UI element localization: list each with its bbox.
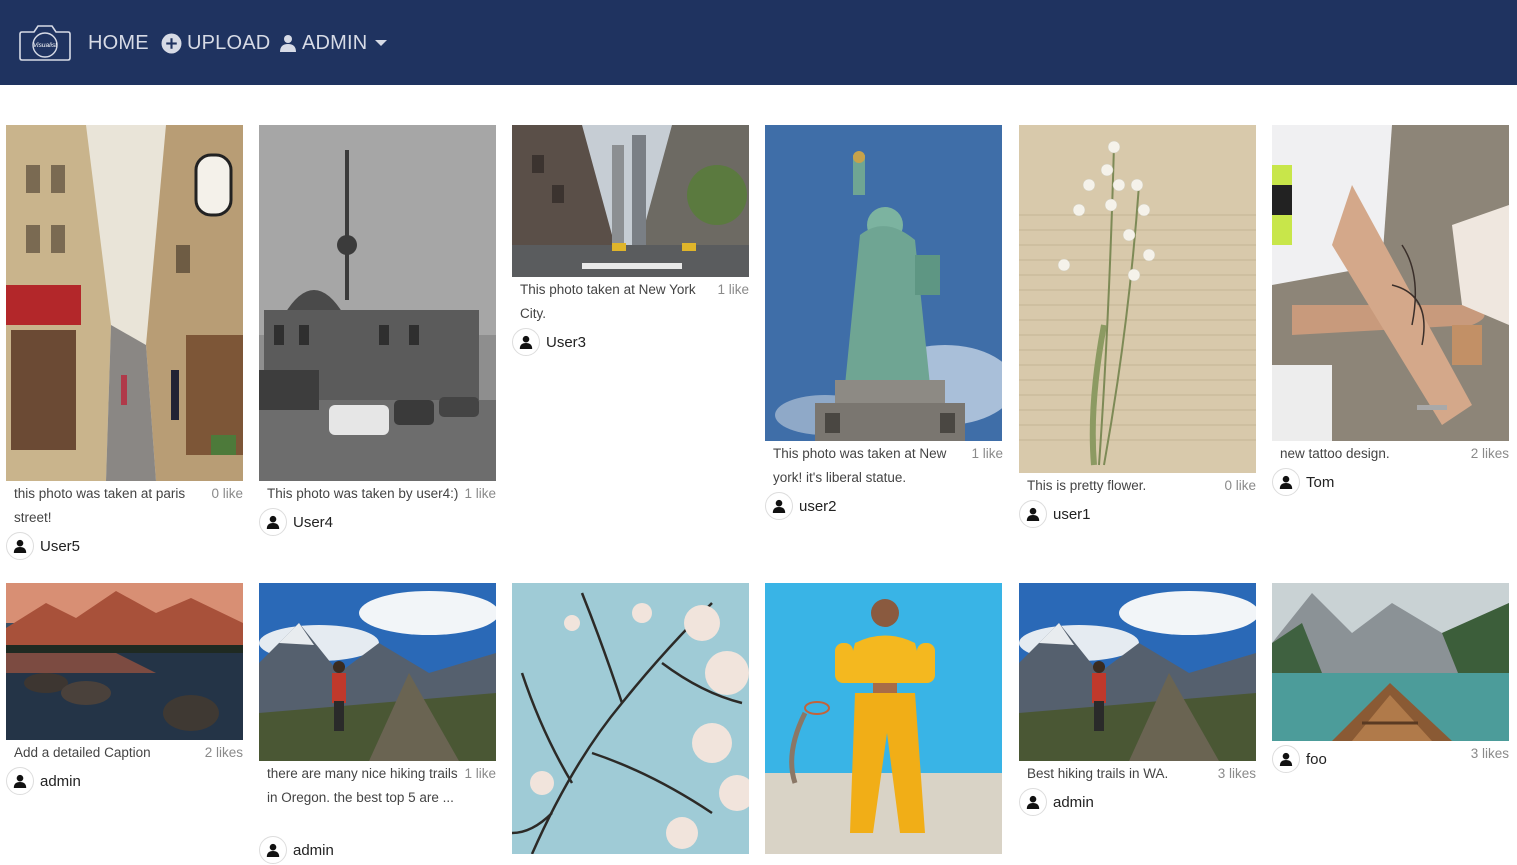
logo[interactable]: Visualist bbox=[18, 22, 72, 62]
post-photo[interactable] bbox=[259, 125, 496, 481]
caret-down-icon bbox=[375, 40, 388, 46]
post-author[interactable]: user1 bbox=[1019, 499, 1091, 529]
plus-circle-icon bbox=[161, 33, 182, 53]
post-likes[interactable]: 2 likes bbox=[1471, 442, 1509, 466]
post-author[interactable]: foo bbox=[1272, 744, 1327, 774]
post-photo[interactable] bbox=[512, 125, 749, 277]
nav-admin-dropdown[interactable]: ADMIN bbox=[279, 30, 393, 56]
post-likes[interactable]: 1 like bbox=[717, 278, 749, 302]
post-likes[interactable]: 1 like bbox=[464, 762, 496, 786]
avatar bbox=[259, 508, 287, 536]
post-author[interactable]: admin bbox=[6, 766, 81, 796]
user-avatar-icon bbox=[1279, 752, 1293, 766]
post-author[interactable]: user2 bbox=[765, 491, 837, 521]
avatar bbox=[765, 492, 793, 520]
author-name: foo bbox=[1306, 750, 1327, 768]
post-caption: Add a detailed Caption bbox=[14, 745, 151, 760]
user-avatar-icon bbox=[13, 539, 27, 553]
nav-home-label: HOME bbox=[88, 31, 149, 54]
logo-text: Visualist bbox=[33, 42, 58, 49]
post-likes[interactable]: 1 like bbox=[464, 482, 496, 506]
post-caption: there are many nice hiking trails in Ore… bbox=[267, 766, 458, 805]
author-name: User5 bbox=[40, 537, 81, 555]
post-likes[interactable]: 2 likes bbox=[205, 741, 243, 765]
post-likes[interactable]: 0 like bbox=[1224, 474, 1256, 498]
user-avatar-icon bbox=[1026, 507, 1040, 521]
post-photo[interactable] bbox=[1019, 583, 1256, 761]
post-caption: This photo taken at New York City. bbox=[520, 282, 696, 321]
post-photo[interactable] bbox=[6, 125, 243, 481]
author-name: user1 bbox=[1053, 505, 1091, 523]
avatar bbox=[1019, 788, 1047, 816]
user-avatar-icon bbox=[13, 774, 27, 788]
post-photo[interactable] bbox=[1019, 125, 1256, 473]
user-avatar-icon bbox=[772, 499, 786, 513]
avatar bbox=[6, 532, 34, 560]
avatar bbox=[6, 767, 34, 795]
post-photo[interactable] bbox=[765, 583, 1002, 854]
avatar bbox=[1272, 468, 1300, 496]
nav-upload-link[interactable]: UPLOAD bbox=[161, 30, 270, 56]
author-name: admin bbox=[293, 841, 334, 859]
post-photo[interactable] bbox=[512, 583, 749, 854]
post-author[interactable]: admin bbox=[1019, 787, 1094, 817]
user-avatar-icon bbox=[1026, 795, 1040, 809]
post-likes[interactable]: 0 like bbox=[211, 482, 243, 506]
post-caption: This photo was taken at New york! it's l… bbox=[773, 446, 947, 485]
post-photo[interactable] bbox=[765, 125, 1002, 441]
user-avatar-icon bbox=[519, 335, 533, 349]
user-avatar-icon bbox=[266, 515, 280, 529]
post-author[interactable]: User5 bbox=[6, 531, 80, 561]
post-caption: this photo was taken at paris street! bbox=[14, 486, 186, 525]
author-name: admin bbox=[1053, 793, 1094, 811]
post-caption: This is pretty flower. bbox=[1027, 478, 1147, 493]
post-author[interactable]: User3 bbox=[512, 327, 586, 357]
author-name: admin bbox=[40, 772, 81, 790]
author-name: User4 bbox=[293, 513, 334, 531]
nav-home-link[interactable]: HOME bbox=[88, 30, 149, 56]
nav-upload-label: UPLOAD bbox=[187, 31, 271, 54]
nav-admin-label: ADMIN bbox=[302, 31, 368, 54]
author-name: Tom bbox=[1306, 473, 1335, 491]
post-caption: Best hiking trails in WA. bbox=[1027, 766, 1169, 781]
user-avatar-icon bbox=[1279, 475, 1293, 489]
post-likes[interactable]: 3 likes bbox=[1218, 762, 1256, 786]
user-avatar-icon bbox=[266, 843, 280, 857]
post-author[interactable]: Tom bbox=[1272, 467, 1334, 497]
author-name: User3 bbox=[546, 333, 587, 351]
navbar: Visualist HOME UPLOAD ADMIN bbox=[0, 0, 1517, 85]
post-likes[interactable]: 1 like bbox=[971, 442, 1003, 466]
post-caption: new tattoo design. bbox=[1280, 446, 1390, 461]
post-caption: This photo was taken by user4:) bbox=[267, 486, 459, 501]
post-author[interactable]: User4 bbox=[259, 507, 333, 537]
author-name: user2 bbox=[799, 497, 837, 515]
avatar bbox=[1019, 500, 1047, 528]
post-photo[interactable] bbox=[1272, 583, 1509, 741]
post-likes[interactable]: 3 likes bbox=[1471, 742, 1509, 766]
post-photo[interactable] bbox=[1272, 125, 1509, 441]
avatar bbox=[1272, 745, 1300, 773]
avatar bbox=[512, 328, 540, 356]
post-photo[interactable] bbox=[259, 583, 496, 761]
post-author[interactable]: admin bbox=[259, 835, 334, 865]
user-icon bbox=[280, 35, 296, 52]
avatar bbox=[259, 836, 287, 864]
post-photo[interactable] bbox=[6, 583, 243, 740]
